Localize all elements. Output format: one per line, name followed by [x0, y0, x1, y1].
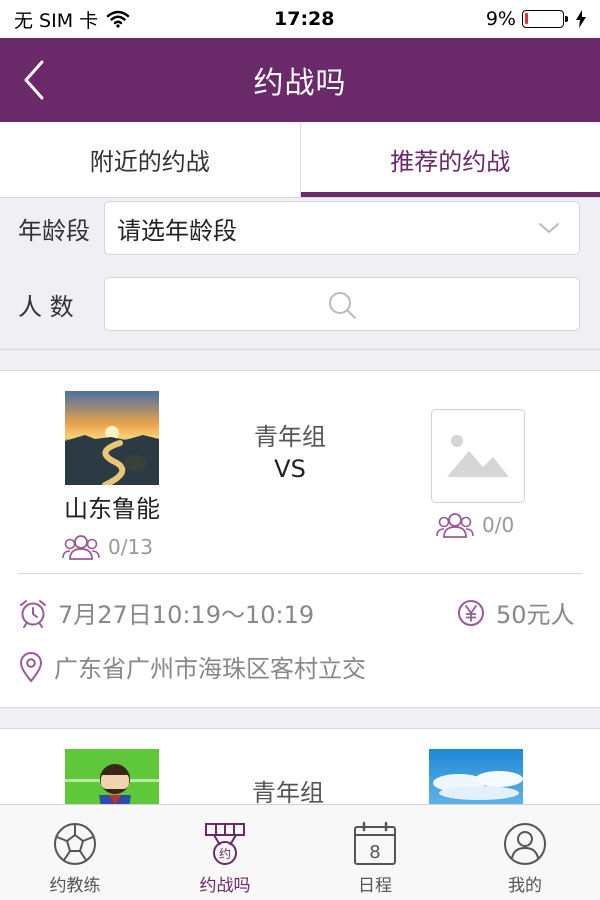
- status-right: 9%: [486, 8, 586, 30]
- carrier-label: 无 SIM 卡: [14, 9, 99, 32]
- age-filter-row: 年龄段 请选年龄段: [0, 200, 600, 256]
- match-time-text: 7月27日10:19～10:19: [58, 601, 315, 629]
- calendar-icon: 8: [354, 821, 396, 865]
- count-search-input[interactable]: [104, 277, 580, 331]
- vs-label: VS: [274, 455, 306, 483]
- yuan-icon: [458, 599, 484, 626]
- chevron-left-icon: [24, 60, 44, 100]
- count-label: 人 数: [18, 292, 74, 321]
- age-select-value: 请选年龄段: [117, 216, 237, 245]
- soccer-ball-icon: [54, 823, 96, 865]
- tab-recommended[interactable]: 推荐的约战: [299, 122, 600, 197]
- battery-level: [525, 13, 528, 24]
- calendar-day: 8: [369, 842, 380, 863]
- match-card[interactable]: 青年组: [0, 728, 600, 804]
- wifi-icon: [106, 10, 130, 28]
- tab-match[interactable]: 约 约战吗: [150, 805, 300, 900]
- away-team-photo: [429, 749, 523, 804]
- age-select[interactable]: 请选年龄段: [104, 201, 580, 255]
- filter-panel: 年龄段 请选年龄段 人 数: [0, 198, 600, 350]
- home-team-photo: [65, 749, 159, 804]
- tab-bar: 附近的约战 推荐的约战: [0, 122, 600, 198]
- age-label: 年龄段: [18, 216, 90, 245]
- back-button[interactable]: [14, 56, 54, 104]
- count-filter-row: 人 数: [0, 276, 600, 332]
- tab-profile-label: 我的: [508, 876, 542, 896]
- alarm-clock-icon: [20, 599, 46, 628]
- group-label: 青年组: [254, 423, 326, 451]
- members-icon: [436, 513, 474, 538]
- profile-icon: [504, 823, 546, 865]
- battery-icon: [522, 10, 568, 28]
- bottom-tab-bar: 约教练 约 约战吗 8 日程 我的: [0, 804, 600, 900]
- battery-percent: 9%: [485, 8, 516, 30]
- home-members-count: 0/13: [108, 535, 153, 559]
- match-price-text: 50元人: [496, 601, 575, 629]
- members-icon: [62, 535, 100, 560]
- match-location: 广东省广州市海珠区客村立交: [18, 649, 366, 684]
- match-location-text: 广东省广州市海珠区客村立交: [54, 655, 366, 683]
- match-time: 7月27日10:19～10:19: [18, 595, 314, 630]
- search-icon: [329, 292, 356, 319]
- tab-profile[interactable]: 我的: [450, 805, 600, 900]
- tab-schedule[interactable]: 8 日程: [300, 805, 450, 900]
- tab-match-label: 约战吗: [199, 876, 251, 896]
- tab-coach[interactable]: 约教练: [0, 805, 150, 900]
- location-pin-icon: [19, 651, 43, 683]
- page-title: 约战吗: [253, 66, 347, 101]
- image-placeholder-icon: [431, 409, 525, 503]
- home-team-name: 山东鲁能: [64, 495, 160, 523]
- away-members: 0/0: [436, 511, 514, 539]
- status-left: 无 SIM 卡: [14, 6, 130, 33]
- status-bar: 无 SIM 卡 17:28 9%: [0, 0, 600, 38]
- home-team-photo: [65, 391, 159, 485]
- tab-schedule-label: 日程: [358, 876, 392, 896]
- nav-bar: 约战吗: [0, 38, 600, 122]
- away-members-count: 0/0: [482, 513, 515, 537]
- match-card[interactable]: 山东鲁能 0/13 青年组 VS 0/0 7月27日10:19～10:19 50…: [0, 370, 600, 708]
- tab-nearby[interactable]: 附近的约战: [0, 122, 300, 197]
- group-label: 青年组: [252, 779, 324, 804]
- charging-bolt-icon: [576, 10, 586, 28]
- svg-text:约: 约: [219, 846, 231, 861]
- card-divider: [18, 573, 582, 574]
- chevron-down-icon: [539, 223, 559, 233]
- match-price: 50元人: [456, 595, 575, 630]
- clock: 17:28: [274, 8, 335, 30]
- tab-coach-label: 约教练: [49, 876, 101, 896]
- medal-icon: 约: [205, 823, 245, 865]
- home-members: 0/13: [62, 533, 153, 561]
